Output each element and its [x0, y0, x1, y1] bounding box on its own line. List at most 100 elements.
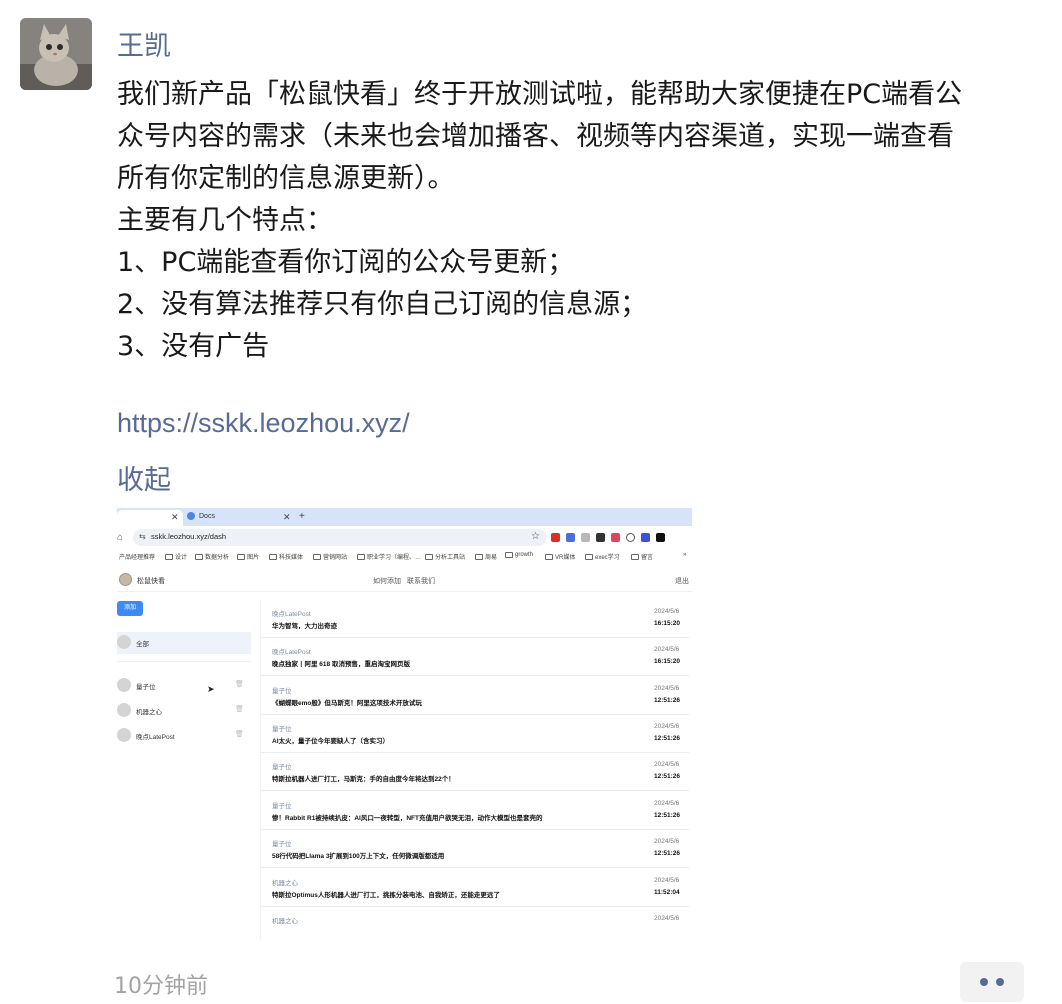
feed-source: 晚点LatePost [272, 611, 311, 618]
feed-time: 16:15:20 [654, 658, 681, 665]
bookmark-label: 营销网站 [323, 555, 348, 561]
feed-time: 12:51:26 [654, 773, 681, 780]
message-line: 2、没有算法推荐只有你自己订阅的信息源； [117, 289, 648, 320]
feed-time: 12:51:26 [654, 697, 681, 704]
bookmark-label: 分析工具站 [435, 555, 466, 561]
bookmark-item: exec学习 [585, 552, 620, 561]
avatar [117, 728, 131, 742]
avatar[interactable] [20, 18, 92, 90]
feed-date: 2024/5/6 [654, 646, 680, 653]
author-name[interactable]: 王凯 [117, 24, 171, 63]
feed-date: 2024/5/6 [654, 838, 680, 845]
bookmark-label: 职业学习（编程、… [367, 555, 422, 561]
feed-time: 11:52:04 [654, 889, 680, 896]
bookmark-label: exec学习 [595, 555, 620, 561]
message-link[interactable]: https://sskk.leozhou.xyz/ [117, 408, 410, 439]
bookmark-label: 科技媒体 [279, 555, 304, 561]
folder-icon [631, 553, 639, 560]
star-icon: ☆ [531, 531, 540, 542]
message-content: 我们新产品「松鼠快看」终于开放测试啦，能帮助大家便捷在PC端看公 众号内容的需求… [117, 74, 1017, 368]
docs-icon [187, 512, 195, 520]
feed-date: 2024/5/6 [654, 800, 680, 807]
feed-time: 12:51:26 [654, 735, 681, 742]
more-icon [996, 978, 1004, 986]
feed-source: 量子位 [272, 803, 292, 810]
feed-source: 机器之心 [272, 918, 298, 925]
bookmark-item: 职业学习（编程、… [357, 552, 421, 561]
extension-icon [611, 533, 620, 542]
sidebar-item-source: 晚点LatePost 🗑 [117, 725, 251, 747]
feed-title: AI太火，量子位今年要缺人了（含实习） [272, 738, 389, 745]
feed-date: 2024/5/6 [654, 915, 680, 922]
bookmark-label: VR媒体 [555, 555, 576, 561]
bookmark-item: 设计 [165, 552, 187, 561]
bookmark-label: growth [515, 552, 534, 558]
feed-title: 特斯拉机器人进厂打工，马斯克：手的自由度今年将达到22个！ [272, 776, 455, 783]
feed-time: 16:15:20 [654, 620, 681, 627]
folder-icon [165, 553, 173, 560]
app-header: 松鼠快看 如何添加 联系我们 退出 [117, 570, 692, 592]
bookmark-label: 设计 [175, 555, 188, 561]
folder-icon [313, 553, 321, 560]
feed-item: 晚点LatePost 华为智驾，大力出奇迹 2024/5/6 16:15:20 [261, 600, 689, 638]
bookmark-item: 周易 [475, 552, 497, 561]
feed-item: 量子位 特斯拉机器人进厂打工，马斯克：手的自由度今年将达到22个！ 2024/5… [261, 753, 689, 791]
feed-title: 特斯拉Optimus人形机器人进厂打工，挑拣分装电池、自我矫正，还能走更远了 [272, 892, 500, 899]
bookmark-item: 分析工具站 [425, 552, 465, 561]
more-button[interactable] [960, 962, 1024, 1002]
app-logo [119, 573, 132, 586]
feed-source: 机器之心 [272, 880, 298, 887]
add-button: 添加 [117, 601, 143, 616]
feed-item: 量子位 《蝴蝶眼emo般》但马斯克！阿里这项技术开放试玩 2024/5/6 12… [261, 677, 689, 715]
browser-tab-docs: Docs [187, 512, 215, 520]
sidebar-item-label: 量子位 [136, 684, 156, 691]
tune-icon: ⇆ [139, 532, 146, 541]
sidebar-item-label: 全部 [136, 641, 149, 648]
extension-icons [551, 533, 665, 542]
home-icon: ⌂ [117, 532, 124, 543]
bookmark-label: 周易 [485, 555, 498, 561]
message-line: 3、没有广告 [117, 331, 270, 362]
extension-icon [626, 533, 635, 542]
article-feed: 晚点LatePost 华为智驾，大力出奇迹 2024/5/6 16:15:20 … [260, 600, 692, 940]
feed-title: 58行代码把Llama 3扩展到100万上下文，任何微调版都适用 [272, 853, 445, 860]
bookmark-item: 产品经理推荐 [119, 552, 155, 561]
trash-icon: 🗑 [235, 731, 244, 738]
sidebar-item-label: 晚点LatePost [136, 734, 175, 741]
feed-item: 量子位 AI太火，量子位今年要缺人了（含实习） 2024/5/6 12:51:2… [261, 715, 689, 753]
cursor-icon: ➤ [207, 684, 215, 694]
extension-icon [596, 533, 605, 542]
plus-icon: + [299, 511, 305, 522]
collapse-link[interactable]: 收起 [117, 458, 171, 497]
folder-icon [425, 553, 433, 560]
bookmark-item: 科技媒体 [269, 552, 303, 561]
more-icon [980, 978, 988, 986]
feed-item: 晚点LatePost 晚点独家丨阿里 618 取消预售，重启淘宝网页版 2024… [261, 638, 689, 676]
feed-source: 晚点LatePost [272, 649, 311, 656]
avatar [117, 678, 131, 692]
feed-title: 晚点独家丨阿里 618 取消预售，重启淘宝网页版 [272, 661, 410, 668]
sidebar-item-source: 机器之心 🗑 [117, 700, 251, 722]
extension-icon [581, 533, 590, 542]
folder-icon [475, 553, 483, 560]
avatar [117, 703, 131, 717]
bookmarks-bar: 产品经理推荐 设计 数据分析 图片 科技媒体 营销网站 职业学习（编程、… 分析… [117, 549, 692, 563]
feed-source: 量子位 [272, 688, 292, 695]
avatar [117, 635, 131, 649]
sidebar-item-source: 量子位 🗑 [117, 675, 251, 697]
folder-icon [269, 553, 277, 560]
extension-icon [566, 533, 575, 542]
feed-date: 2024/5/6 [654, 761, 680, 768]
feed-date: 2024/5/6 [654, 877, 680, 884]
message-line: 主要有几个特点： [117, 205, 333, 236]
feed-date: 2024/5/6 [654, 723, 680, 730]
bookmark-item: 营销网站 [313, 552, 347, 561]
nav-contact: 联系我们 [407, 578, 435, 585]
folder-icon [195, 553, 203, 560]
attached-screenshot[interactable]: ✕ Docs ✕ + ⌂ ⇆ sskk.leozhou.xyz/dash ☆ 产… [117, 508, 692, 940]
bookmark-label: 图片 [247, 555, 260, 561]
message-timestamp: 10分钟前 [114, 974, 208, 999]
folder-icon [237, 553, 245, 560]
app-name: 松鼠快看 [137, 578, 165, 585]
close-icon: ✕ [283, 512, 291, 522]
